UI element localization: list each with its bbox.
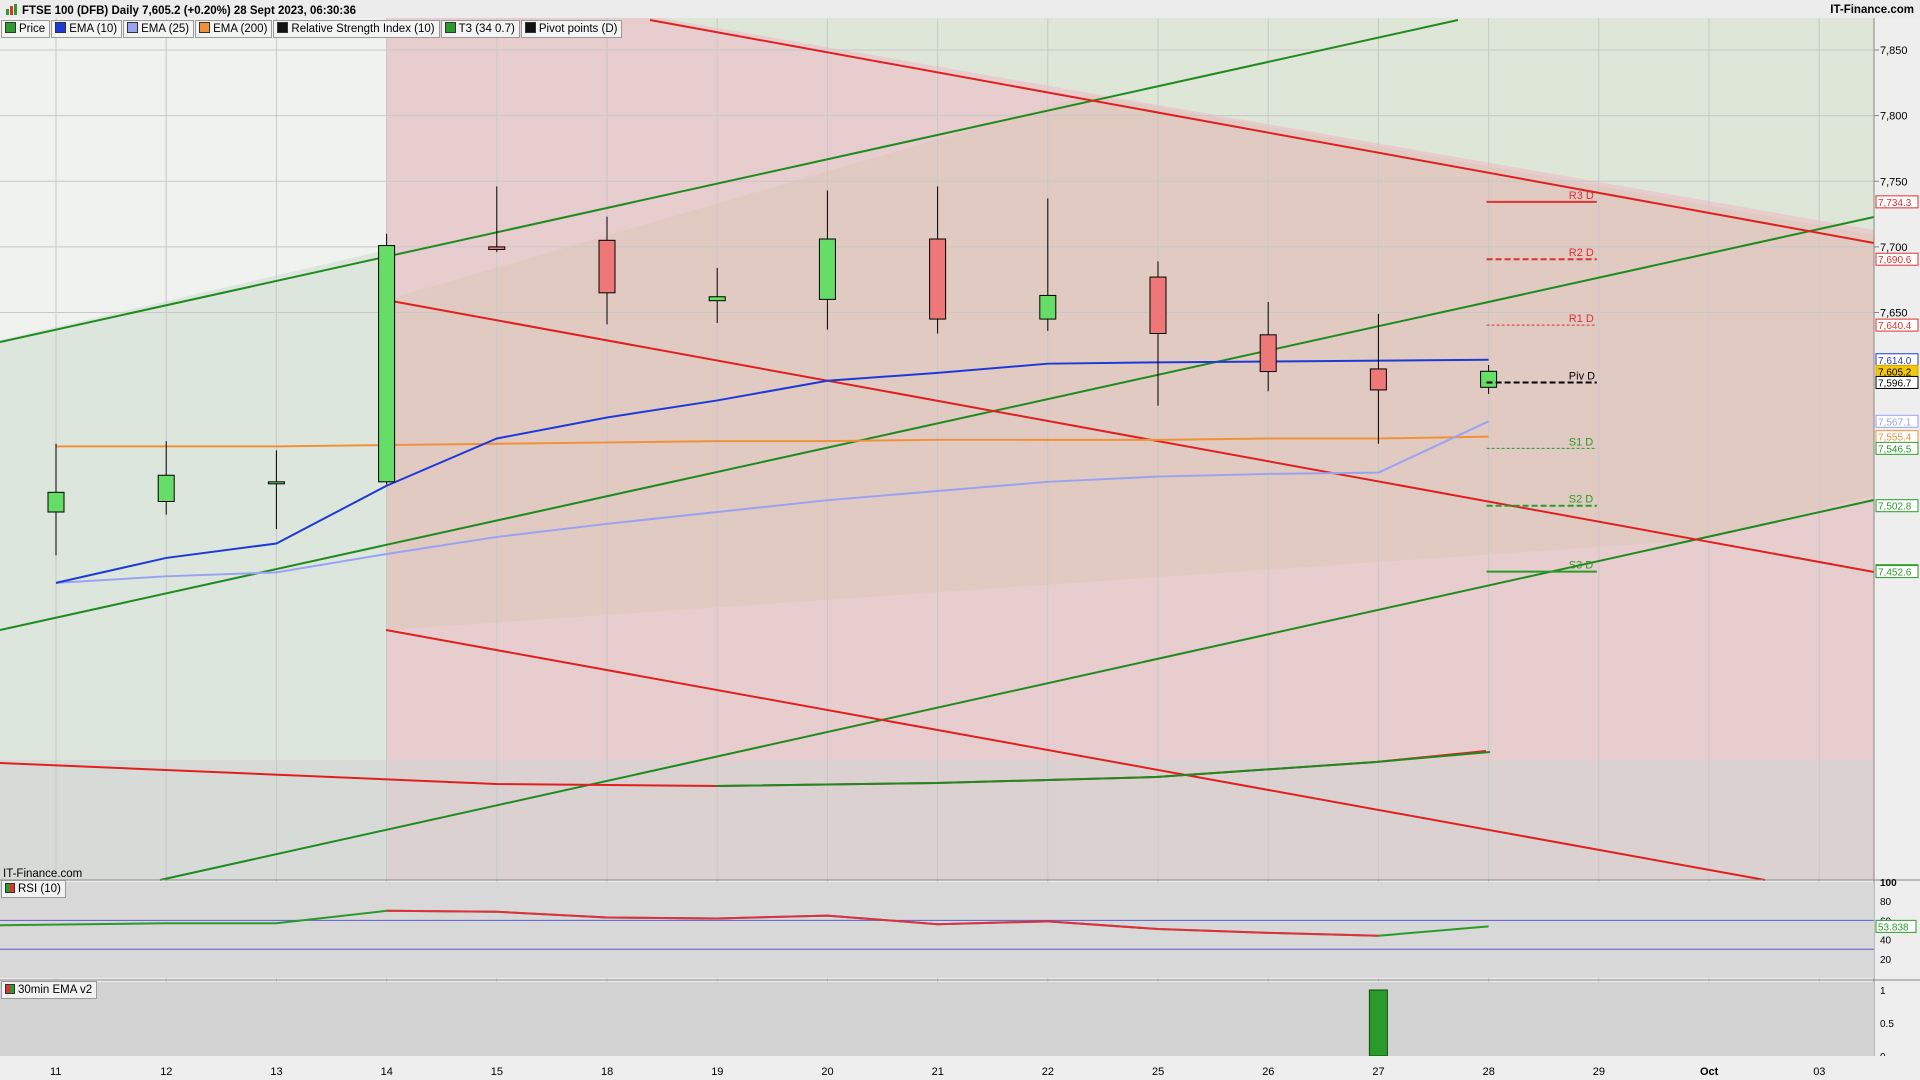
watermark: IT-Finance.com bbox=[3, 868, 83, 880]
ema30-tick-label: 0.5 bbox=[1880, 1019, 1894, 1030]
rsi-tick-label: 80 bbox=[1880, 897, 1892, 908]
price-axis-label: 7,690.6 bbox=[1878, 255, 1912, 266]
bar-chart-icon bbox=[6, 4, 17, 15]
x-tick-label: 15 bbox=[491, 1066, 503, 1078]
legend-swatch-icon bbox=[199, 22, 211, 33]
candle-body bbox=[818, 238, 836, 300]
price-axis-label: 7,596.7 bbox=[1878, 378, 1912, 389]
legend-swatch-icon bbox=[524, 22, 536, 33]
legend-item[interactable]: T3 (34 0.7) bbox=[440, 20, 520, 38]
price-axis-label: 7,567.1 bbox=[1878, 417, 1912, 428]
y-tick-label: 7,650 bbox=[1880, 308, 1908, 320]
x-tick-label: 18 bbox=[601, 1066, 613, 1078]
pivot-label: Piv D bbox=[1569, 370, 1595, 382]
y-tick-label: 7,800 bbox=[1880, 111, 1908, 123]
x-tick-label: 13 bbox=[270, 1066, 282, 1078]
x-tick-label: 12 bbox=[160, 1066, 172, 1078]
legend-item[interactable]: Price bbox=[1, 20, 51, 38]
brand-label: IT-Finance.com bbox=[1830, 4, 1914, 16]
rsi-swatch-icon bbox=[5, 883, 15, 893]
legend-label: Pivot points (D) bbox=[538, 23, 618, 35]
candle-body bbox=[488, 246, 506, 250]
legend-label: Relative Strength Index (10) bbox=[291, 23, 435, 35]
legend-swatch-icon bbox=[127, 22, 139, 33]
x-tick-label: 14 bbox=[381, 1066, 393, 1078]
candle-body bbox=[1039, 294, 1057, 320]
x-tick-label: 03 bbox=[1813, 1066, 1825, 1078]
pivot-label: S3 D bbox=[1569, 560, 1594, 572]
ema30-panel-label[interactable]: 30min EMA v2 bbox=[1, 981, 98, 999]
candle-body bbox=[47, 491, 65, 513]
legend-item[interactable]: Relative Strength Index (10) bbox=[273, 20, 440, 38]
pivot-label: R1 D bbox=[1569, 313, 1594, 325]
price-axis-label: 7,734.3 bbox=[1878, 198, 1912, 209]
legend-label: EMA (25) bbox=[141, 23, 190, 35]
chart-title: FTSE 100 (DFB) Daily 7,605.2 (+0.20%) 28… bbox=[6, 4, 356, 17]
x-tick-label: 22 bbox=[1042, 1066, 1054, 1078]
pivot-label: R3 D bbox=[1569, 190, 1594, 202]
legend-swatch-icon bbox=[277, 22, 289, 33]
candle-body bbox=[1149, 276, 1167, 334]
legend-item[interactable]: EMA (10) bbox=[51, 20, 123, 38]
legend-item[interactable]: EMA (200) bbox=[195, 20, 273, 38]
rsi-tick-label: 40 bbox=[1880, 936, 1892, 947]
x-tick-label: 29 bbox=[1593, 1066, 1605, 1078]
legend-swatch-icon bbox=[55, 22, 67, 33]
legend-label: EMA (10) bbox=[69, 23, 118, 35]
chart-title-text: FTSE 100 (DFB) Daily 7,605.2 (+0.20%) 28… bbox=[22, 5, 356, 17]
y-tick-label: 7,850 bbox=[1880, 45, 1908, 57]
x-tick-label: 11 bbox=[50, 1066, 61, 1078]
y-tick-label: 7,750 bbox=[1880, 176, 1908, 188]
price-axis-label: 7,546.5 bbox=[1878, 444, 1912, 455]
rsi-panel-background bbox=[0, 882, 1874, 978]
x-tick-label: 19 bbox=[711, 1066, 723, 1078]
x-tick-label: 20 bbox=[821, 1066, 833, 1078]
pivot-label: S2 D bbox=[1569, 494, 1594, 506]
candle-body bbox=[1480, 370, 1498, 388]
legend-label: Price bbox=[19, 23, 46, 35]
ema30-panel-background bbox=[0, 982, 1874, 1056]
pivot-label: S1 D bbox=[1569, 436, 1594, 448]
chart-header: FTSE 100 (DFB) Daily 7,605.2 (+0.20%) 28… bbox=[0, 0, 1920, 22]
x-tick-label: 21 bbox=[932, 1066, 944, 1078]
price-chart-canvas[interactable]: R3 D R2 D R1 D Piv D S1 D S2 D S3 D 7,850 7,800 7… bbox=[0, 0, 1920, 1080]
rsi-panel-label[interactable]: RSI (10) bbox=[1, 880, 66, 898]
legend-label: T3 (34 0.7) bbox=[458, 23, 515, 35]
lower-zone bbox=[0, 760, 1874, 880]
candle-body bbox=[929, 238, 947, 320]
price-axis-label: 7,452.6 bbox=[1878, 568, 1912, 579]
rsi-tick-label: 20 bbox=[1880, 955, 1892, 966]
rsi-value-label: 53.838 bbox=[1878, 922, 1909, 933]
rsi-tick-label: 100 bbox=[1880, 878, 1897, 889]
price-axis-label: 7,640.4 bbox=[1878, 321, 1912, 332]
candle-body bbox=[267, 481, 285, 485]
candle-body bbox=[378, 245, 396, 483]
ema30-panel-label-text: 30min EMA v2 bbox=[18, 984, 93, 996]
x-axis-background bbox=[0, 1056, 1920, 1080]
x-tick-label: 25 bbox=[1152, 1066, 1164, 1078]
candle-body bbox=[1369, 368, 1387, 391]
legend-item[interactable]: EMA (25) bbox=[123, 20, 195, 38]
y-tick-label: 7,700 bbox=[1880, 242, 1908, 254]
legend-label: EMA (200) bbox=[213, 23, 268, 35]
ema30-tick-label: 1 bbox=[1880, 986, 1886, 997]
x-tick-label: Oct bbox=[1700, 1066, 1719, 1078]
ema30-swatch-icon bbox=[5, 984, 15, 994]
candle-body bbox=[598, 239, 616, 294]
candle-body bbox=[1259, 334, 1277, 373]
candle-body bbox=[708, 296, 726, 302]
candle-body bbox=[157, 474, 175, 502]
price-axis-label: 7,502.8 bbox=[1878, 502, 1912, 513]
x-tick-label: 26 bbox=[1262, 1066, 1274, 1078]
x-tick-label: 28 bbox=[1483, 1066, 1495, 1078]
indicator-legend: Price EMA (10) EMA (25) EMA (200) Relative S… bbox=[1, 20, 623, 38]
legend-item[interactable]: Pivot points (D) bbox=[520, 20, 623, 38]
x-tick-label: 27 bbox=[1372, 1066, 1384, 1078]
legend-swatch-icon bbox=[444, 22, 456, 33]
legend-swatch-icon bbox=[5, 22, 16, 33]
pivot-label: R2 D bbox=[1569, 247, 1594, 259]
ema30-signal-bar bbox=[1368, 989, 1388, 1057]
rsi-panel-label-text: RSI (10) bbox=[18, 883, 61, 895]
chart-window: R3 D R2 D R1 D Piv D S1 D S2 D S3 D 7,850 7,800 7… bbox=[0, 0, 1920, 1080]
